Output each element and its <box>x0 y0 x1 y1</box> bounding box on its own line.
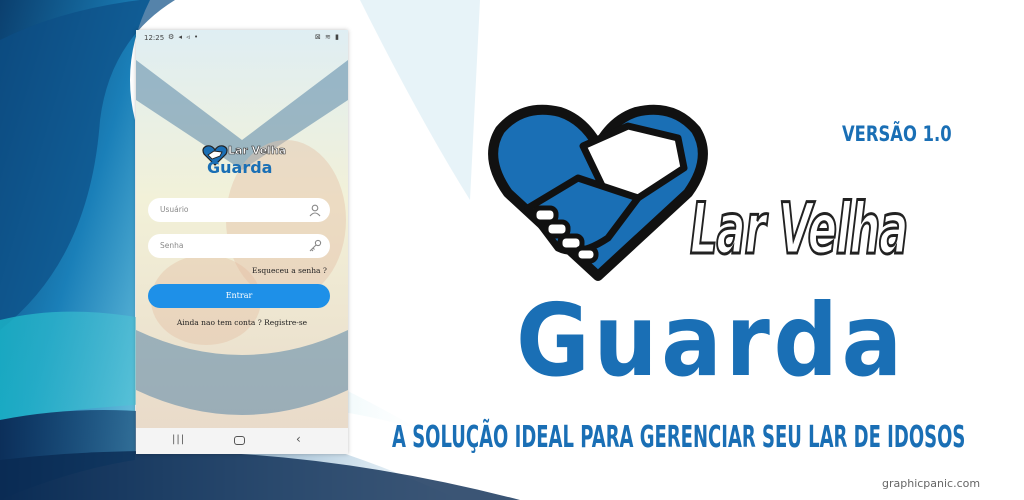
tagline: A SOLUÇÃO IDEAL PARA GERENCIAR SEU LAR D… <box>392 420 966 455</box>
home-button[interactable] <box>234 436 245 445</box>
password-placeholder: Senha <box>160 241 184 250</box>
status-time: 12:25 <box>144 34 165 42</box>
app-logo-line1: Lar Velha <box>228 144 287 158</box>
phone-screenshot: 12:25 ⚙ ◂ ◃ • ⊠ ≋ ▮ Lar Velha Guarda Usu… <box>136 30 348 454</box>
status-app-icons: ⚙ ◂ ◃ • <box>168 33 200 41</box>
app-logo-line2: Guarda <box>207 158 273 177</box>
username-input[interactable]: Usuário <box>148 198 330 222</box>
recents-button[interactable]: ||| <box>172 434 185 445</box>
app-logo: Lar Velha Guarda <box>202 144 286 186</box>
watermark: graphicpanic.com <box>882 477 981 490</box>
status-system-icons: ⊠ ≋ ▮ <box>314 33 340 41</box>
brand-line1: Lar Velha <box>689 187 909 272</box>
version-label: VERSÃO 1.0 <box>842 122 952 146</box>
forgot-password-link[interactable]: Esqueceu a senha ? <box>252 266 327 275</box>
status-bar: 12:25 ⚙ ◂ ◃ • ⊠ ≋ ▮ <box>136 30 348 46</box>
register-link[interactable]: Ainda nao tem conta ? Registre-se <box>136 318 348 327</box>
key-icon <box>309 239 322 252</box>
login-button[interactable]: Entrar <box>148 284 330 308</box>
android-nav-bar: ||| ‹ <box>136 428 348 454</box>
username-placeholder: Usuário <box>160 205 189 214</box>
promo-banner: 12:25 ⚙ ◂ ◃ • ⊠ ≋ ▮ Lar Velha Guarda Usu… <box>0 0 1024 500</box>
heart-handshake-logo-icon <box>488 104 708 281</box>
back-button[interactable]: ‹ <box>296 432 301 446</box>
password-input[interactable]: Senha <box>148 234 330 258</box>
user-icon <box>309 204 321 217</box>
brand-line2: Guarda <box>516 282 906 399</box>
